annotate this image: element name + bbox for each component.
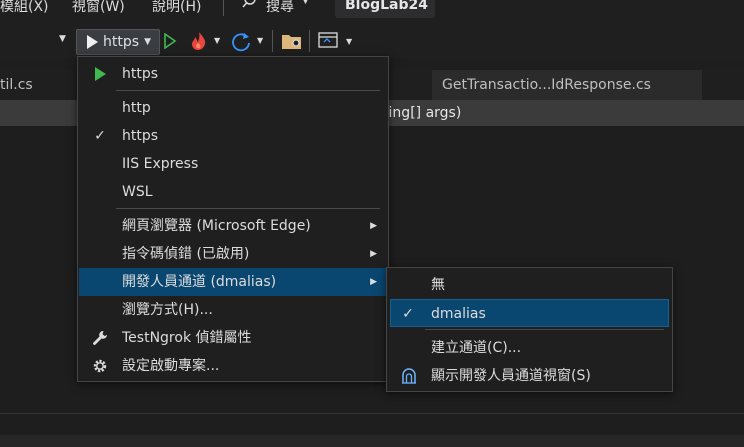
refresh-dropdown-icon[interactable]: ▼ <box>257 36 263 45</box>
menu-item-label: https <box>122 128 159 144</box>
menu-item-tunnel-none[interactable]: 無 <box>388 271 671 299</box>
separator <box>116 90 380 91</box>
start-without-debugging-button[interactable] <box>163 32 177 53</box>
toolbar-divider <box>309 30 310 52</box>
menu-item-label: dmalias <box>431 306 486 322</box>
window-layout-button[interactable] <box>318 31 340 55</box>
solution-title: BlogLab24 <box>335 0 435 18</box>
menu-item-label: 無 <box>431 277 445 293</box>
menu-item-profile-http[interactable]: http <box>79 94 387 122</box>
launch-profile-menu: https http ✓ https IIS Express WSL 網頁瀏覽器… <box>77 56 389 382</box>
menu-item-create-tunnel[interactable]: 建立通道(C)... <box>388 334 671 362</box>
search-box[interactable] <box>242 0 256 14</box>
menu-item-label: 開發人員通道 (dmalias) <box>122 274 277 290</box>
menu-item-tunnel-dmalias[interactable]: ✓ dmalias <box>390 299 669 327</box>
config-dropdown-icon[interactable]: ▼ <box>59 34 66 44</box>
search-label[interactable]: 搜尋 <box>266 0 294 16</box>
wrench-icon <box>89 324 111 352</box>
toolbar-divider <box>272 30 273 52</box>
play-icon <box>87 35 99 49</box>
menu-item-label: 設定啟動專案... <box>122 358 220 374</box>
tab-util[interactable]: til.cs <box>0 70 33 100</box>
dev-tunnels-submenu: 無 ✓ dmalias 建立通道(C)... 顯示開發人員通道視窗(S) <box>386 267 673 392</box>
menu-item-label: 瀏覽方式(H)... <box>122 302 213 318</box>
menu-item-show-tunnel-window[interactable]: 顯示開發人員通道視窗(S) <box>388 362 671 390</box>
menu-item-web-browser[interactable]: 網頁瀏覽器 (Microsoft Edge) ▶ <box>79 212 387 240</box>
menu-tools[interactable]: 模組(X) <box>0 0 49 16</box>
submenu-arrow-icon: ▶ <box>370 277 377 287</box>
menu-item-dev-tunnels[interactable]: 開發人員通道 (dmalias) ▶ <box>79 268 387 296</box>
play-icon <box>89 60 111 88</box>
menu-item-label: TestNgrok 偵錯屬性 <box>122 330 252 346</box>
menu-item-browse-with[interactable]: 瀏覽方式(H)... <box>79 296 387 324</box>
search-icon <box>242 0 256 8</box>
menubar-divider <box>223 0 224 16</box>
menu-item-profile-wsl[interactable]: WSL <box>79 178 387 206</box>
start-debugging-button[interactable]: https ▼ <box>76 29 160 55</box>
menu-item-run-https[interactable]: https <box>79 60 387 88</box>
folder-search-icon <box>282 35 301 49</box>
search-dropdown-icon[interactable]: ▼ <box>302 0 309 6</box>
menu-item-debug-properties[interactable]: TestNgrok 偵錯屬性 <box>79 324 387 352</box>
menu-item-profile-iis-express[interactable]: IIS Express <box>79 150 387 178</box>
menu-item-label: https <box>122 66 159 82</box>
refresh-icon <box>232 33 250 52</box>
checkmark-icon: ✓ <box>402 306 414 322</box>
menu-item-configure-startup[interactable]: 設定啟動專案... <box>79 352 387 380</box>
open-folder-button[interactable] <box>281 31 303 55</box>
menu-item-profile-https[interactable]: ✓ https <box>79 122 387 150</box>
divider <box>0 413 744 414</box>
flame-icon <box>192 32 206 50</box>
menu-item-label: IIS Express <box>122 156 199 172</box>
launch-profile-label: https <box>103 34 140 50</box>
checkmark-icon: ✓ <box>94 128 106 144</box>
separator <box>116 208 380 209</box>
menu-item-script-debugging[interactable]: 指令碼偵錯 (已啟用) ▶ <box>79 240 387 268</box>
menu-help[interactable]: 說明(H) <box>152 0 201 16</box>
submenu-arrow-icon: ▶ <box>370 221 377 231</box>
hot-reload-button[interactable] <box>189 31 209 55</box>
tunnel-icon <box>398 362 420 390</box>
menu-item-label: WSL <box>122 184 153 200</box>
menu-window[interactable]: 視窗(W) <box>72 0 125 16</box>
tab-get-transaction[interactable]: GetTransactio...IdResponse.cs <box>432 70 702 100</box>
menu-item-label: 建立通道(C)... <box>431 340 522 356</box>
chevron-down-icon: ▼ <box>144 37 151 47</box>
menu-item-label: 網頁瀏覽器 (Microsoft Edge) <box>122 218 311 234</box>
toolbar-overflow-icon[interactable]: ▼ <box>346 37 352 46</box>
separator <box>425 329 664 330</box>
menu-item-label: 指令碼偵錯 (已啟用) <box>122 246 250 262</box>
menu-item-label: http <box>122 100 151 116</box>
hot-reload-dropdown-icon[interactable]: ▼ <box>214 36 220 45</box>
play-outline-icon <box>164 32 177 50</box>
submenu-arrow-icon: ▶ <box>370 249 377 259</box>
menu-item-label: 顯示開發人員通道視窗(S) <box>431 368 591 384</box>
refresh-button[interactable] <box>230 31 252 57</box>
gear-icon <box>89 352 111 380</box>
window-layout-icon <box>318 32 338 48</box>
panel-edge <box>0 435 744 447</box>
